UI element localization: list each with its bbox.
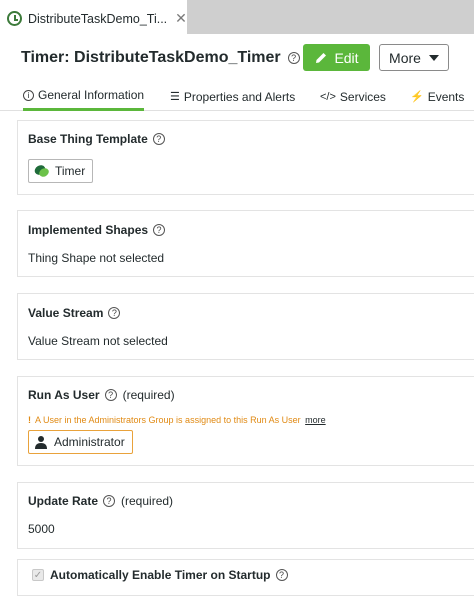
section-title-text: Base Thing Template [28, 132, 148, 146]
run-as-user-panel: Run As User ? (required) ! A User in the … [17, 376, 474, 466]
tab-general-information[interactable]: i General Information [23, 82, 145, 111]
close-icon[interactable]: ✕ [175, 10, 187, 27]
thing-template-icon [34, 165, 49, 177]
run-as-user-chip[interactable]: Administrator [28, 430, 133, 454]
chip-label: Administrator [54, 435, 125, 449]
auto-enable-checkbox[interactable]: ✓ [32, 569, 44, 581]
more-label: More [389, 49, 421, 66]
help-icon[interactable]: ? [152, 133, 165, 145]
help-icon[interactable]: ? [108, 307, 121, 319]
tab-properties-and-alerts[interactable]: ☰ Properties and Alerts [170, 82, 295, 111]
tab-strip: DistributeTaskDemo_Ti... ✕ [0, 0, 474, 34]
section-title-text: Implemented Shapes [28, 223, 149, 237]
title-row: Timer: DistributeTaskDemo_Timer ? Edit M… [21, 44, 474, 72]
section-title: Run As User ? (required) [28, 388, 175, 402]
tab-label: General Information [38, 88, 145, 102]
section-title: Automatically Enable Timer on Startup ? [50, 568, 288, 582]
clock-icon [7, 11, 22, 26]
tab-events[interactable]: ⚡ Events [410, 82, 464, 111]
pencil-icon [316, 52, 327, 63]
auto-enable-panel: ✓ Automatically Enable Timer on Startup … [17, 559, 474, 596]
lightning-icon: ⚡ [410, 91, 424, 103]
edit-label: Edit [334, 49, 359, 66]
user-icon [35, 436, 47, 449]
update-rate-value: 5000 [28, 522, 55, 536]
chip-label: Timer [55, 164, 86, 178]
info-icon: i [23, 89, 34, 101]
more-link[interactable]: more [305, 415, 326, 425]
required-label: (required) [122, 388, 175, 402]
help-icon[interactable]: ? [103, 495, 116, 507]
help-icon[interactable]: ? [153, 224, 166, 236]
warning-text: A User in the Administrators Group is as… [35, 415, 301, 425]
required-label: (required) [121, 494, 174, 508]
section-title: Implemented Shapes ? [28, 223, 166, 237]
help-icon[interactable]: ? [104, 389, 117, 401]
value-stream-value: Value Stream not selected [28, 334, 168, 348]
help-icon[interactable]: ? [275, 569, 288, 581]
list-icon: ☰ [170, 91, 180, 103]
update-rate-panel: Update Rate ? (required) 5000 [17, 482, 474, 549]
section-title: Update Rate ? (required) [28, 494, 173, 508]
help-icon[interactable]: ? [287, 52, 300, 64]
page-title: Timer: DistributeTaskDemo_Timer [21, 49, 281, 66]
base-template-chip[interactable]: Timer [28, 159, 94, 183]
section-title-text: Update Rate [28, 494, 99, 508]
warning-icon: ! [28, 415, 31, 425]
checkbox-label: Automatically Enable Timer on Startup [50, 568, 271, 582]
section-title-text: Value Stream [28, 306, 104, 320]
more-button[interactable]: More [379, 44, 449, 71]
section-title-text: Run As User [28, 388, 100, 402]
warning-message: ! A User in the Administrators Group is a… [28, 415, 326, 425]
section-title: Base Thing Template ? [28, 132, 165, 146]
shapes-value: Thing Shape not selected [28, 251, 165, 265]
entity-tab[interactable]: DistributeTaskDemo_Ti... ✕ [0, 0, 187, 34]
tab-label: Events [427, 89, 465, 104]
base-template-panel: Base Thing Template ? Timer [17, 120, 474, 195]
implemented-shapes-panel: Implemented Shapes ? Thing Shape not sel… [17, 210, 474, 277]
tab-label: Services [339, 89, 386, 104]
code-icon: </> [320, 90, 336, 103]
value-stream-panel: Value Stream ? Value Stream not selected [17, 293, 474, 360]
edit-button[interactable]: Edit [303, 44, 370, 71]
tab-label: Properties and Alerts [183, 89, 296, 104]
tab-services[interactable]: </> Services [320, 82, 386, 111]
section-title: Value Stream ? [28, 306, 121, 320]
nav-tabs: i General Information ☰ Properties and A… [0, 82, 474, 111]
caret-down-icon [428, 54, 439, 61]
tab-label: DistributeTaskDemo_Ti... [28, 11, 168, 26]
